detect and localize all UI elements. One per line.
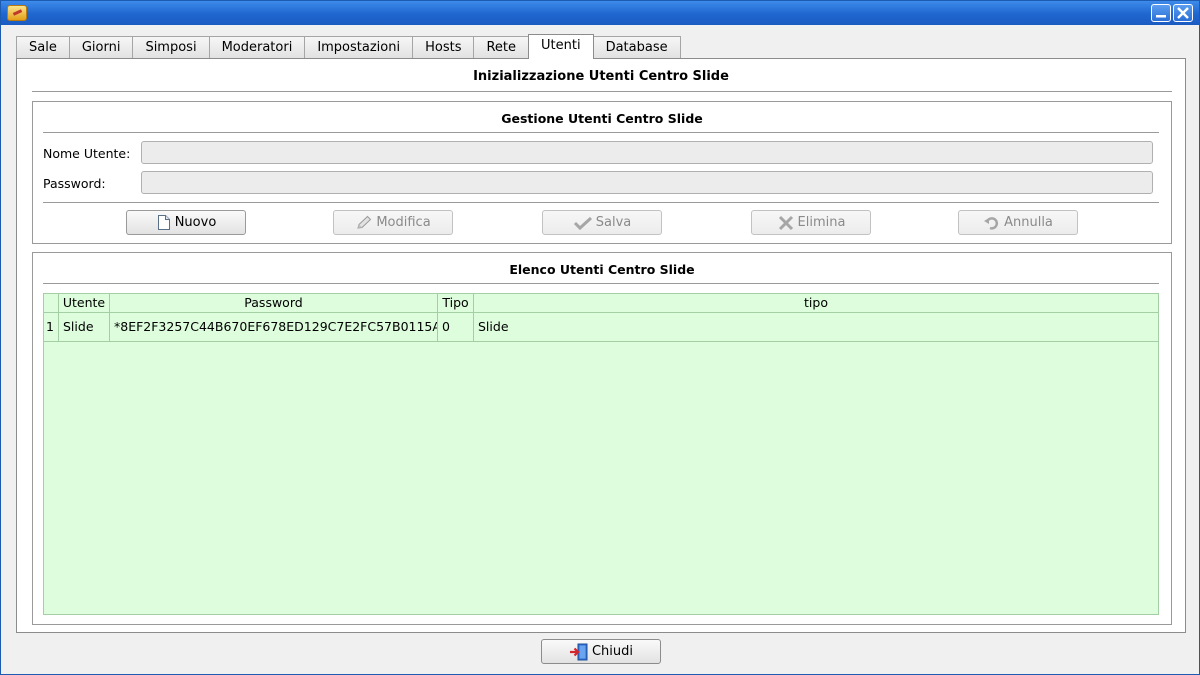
minimize-icon (1156, 15, 1166, 18)
row-number-header (44, 294, 59, 312)
app-icon (7, 5, 27, 21)
tab-sale[interactable]: Sale (16, 36, 70, 59)
minimize-button[interactable] (1151, 4, 1171, 22)
tab-panel-utenti: Inizializzazione Utenti Centro Slide Ges… (16, 58, 1186, 633)
tab-impostazioni[interactable]: Impostazioni (304, 36, 414, 59)
cell-tipo[interactable]: Slide (474, 313, 1158, 341)
tab-simposi[interactable]: Simposi (132, 36, 210, 59)
tab-database[interactable]: Database (592, 36, 681, 59)
divider (32, 91, 1172, 92)
save-button[interactable]: Salva (542, 210, 662, 235)
password-field[interactable] (141, 171, 1153, 194)
save-button-label: Salva (595, 215, 632, 230)
tab-giorni[interactable]: Giorni (68, 36, 134, 59)
group-title: Gestione Utenti Centro Slide (501, 111, 703, 126)
user-management-group: Gestione Utenti Centro Slide Nome Utente… (32, 101, 1172, 244)
close-icon (1177, 7, 1189, 19)
row-number: 1 (44, 313, 59, 341)
delete-button-label: Elimina (797, 215, 846, 230)
document-icon (157, 215, 170, 230)
cell-tipo-num[interactable]: 0 (438, 313, 474, 341)
tab-rete[interactable]: Rete (473, 36, 530, 59)
new-button-label: Nuovo (174, 215, 217, 230)
tab-utenti[interactable]: Utenti (528, 34, 594, 59)
username-label: Nome Utente: (43, 146, 131, 161)
pencil-icon (357, 215, 372, 229)
column-header-password[interactable]: Password (110, 294, 438, 312)
edit-button[interactable]: Modifica (333, 210, 453, 235)
column-header-tipo[interactable]: tipo (474, 294, 1158, 312)
column-header-tipo-num[interactable]: Tipo (438, 294, 474, 312)
tab-hosts[interactable]: Hosts (412, 36, 475, 59)
page-title: Inizializzazione Utenti Centro Slide (473, 69, 729, 84)
group-title: Elenco Utenti Centro Slide (509, 262, 695, 277)
cancel-button[interactable]: Annulla (958, 210, 1078, 235)
checkmark-icon (573, 216, 592, 230)
close-button[interactable]: Chiudi (541, 639, 661, 664)
username-field[interactable] (141, 141, 1153, 164)
cell-utente[interactable]: Slide (59, 313, 110, 341)
users-table[interactable]: Utente Password Tipo tipo 1 Slide *8EF2F… (43, 293, 1159, 615)
tab-moderatori[interactable]: Moderatori (208, 36, 306, 59)
undo-icon (984, 216, 999, 230)
cancel-button-label: Annulla (1004, 215, 1053, 230)
new-button[interactable]: Nuovo (126, 210, 246, 235)
close-window-button[interactable] (1173, 4, 1193, 22)
table-row[interactable]: 1 Slide *8EF2F3257C44B670EF678ED129C7E2F… (44, 313, 1158, 342)
user-list-group: Elenco Utenti Centro Slide Utente Passwo… (32, 252, 1172, 625)
password-label: Password: (43, 176, 106, 191)
table-header: Utente Password Tipo tipo (44, 294, 1158, 313)
title-bar[interactable] (1, 1, 1199, 25)
app-window: Sale Giorni Simposi Moderatori Impostazi… (0, 0, 1200, 675)
exit-door-icon (569, 643, 588, 660)
divider (43, 202, 1159, 203)
cell-password[interactable]: *8EF2F3257C44B670EF678ED129C7E2FC57B0115… (110, 313, 438, 341)
edit-button-label: Modifica (376, 215, 431, 230)
tab-bar: Sale Giorni Simposi Moderatori Impostazi… (16, 34, 681, 59)
x-icon (778, 215, 793, 230)
divider (43, 283, 1159, 284)
column-header-utente[interactable]: Utente (59, 294, 110, 312)
close-button-label: Chiudi (591, 644, 634, 659)
divider (43, 132, 1159, 133)
delete-button[interactable]: Elimina (751, 210, 871, 235)
